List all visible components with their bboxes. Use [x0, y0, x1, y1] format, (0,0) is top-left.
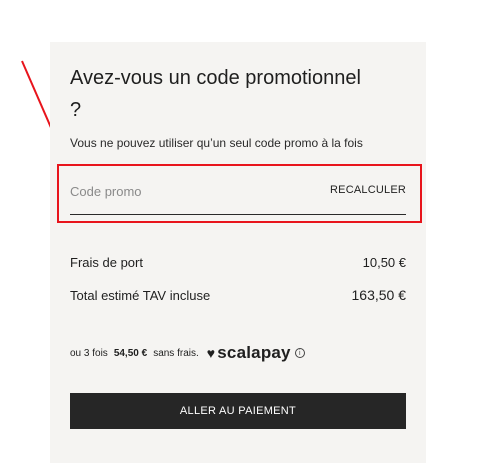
shipping-label: Frais de port — [70, 255, 143, 270]
total-row: Total estimé TAV incluse 163,50 € — [70, 287, 406, 303]
cart-summary-panel: Avez-vous un code promotionnel ? Vous ne… — [50, 42, 426, 463]
shipping-row: Frais de port 10,50 € — [70, 255, 406, 270]
scalapay-prefix: ou 3 fois — [70, 347, 108, 359]
promo-code-input[interactable] — [70, 180, 310, 202]
total-label: Total estimé TAV incluse — [70, 287, 211, 303]
scalapay-installment-line: ou 3 fois 54,50 € sans frais. ♥ scalapay… — [70, 343, 305, 363]
shipping-value: 10,50 € — [362, 255, 406, 270]
scalapay-logo: ♥ scalapay — [207, 343, 291, 363]
promo-subtitle: Vous ne pouvez utiliser qu’un seul code … — [70, 136, 363, 150]
screenshot-canvas: Avez-vous un code promotionnel ? Vous ne… — [0, 0, 477, 463]
total-value: 163,50 € — [351, 287, 407, 303]
promo-input-underline — [70, 214, 406, 215]
checkout-button[interactable]: ALLER AU PAIEMENT — [70, 393, 406, 429]
scalapay-suffix: sans frais. — [153, 347, 199, 359]
info-icon[interactable]: i — [294, 348, 305, 358]
scalapay-amount: 54,50 € — [113, 347, 148, 359]
recalculate-button[interactable]: RECALCULER — [330, 184, 406, 196]
heart-icon: ♥ — [206, 345, 216, 361]
promo-title: Avez-vous un code promotionnel ? — [70, 67, 361, 121]
scalapay-brand-text: scalapay — [217, 343, 291, 362]
